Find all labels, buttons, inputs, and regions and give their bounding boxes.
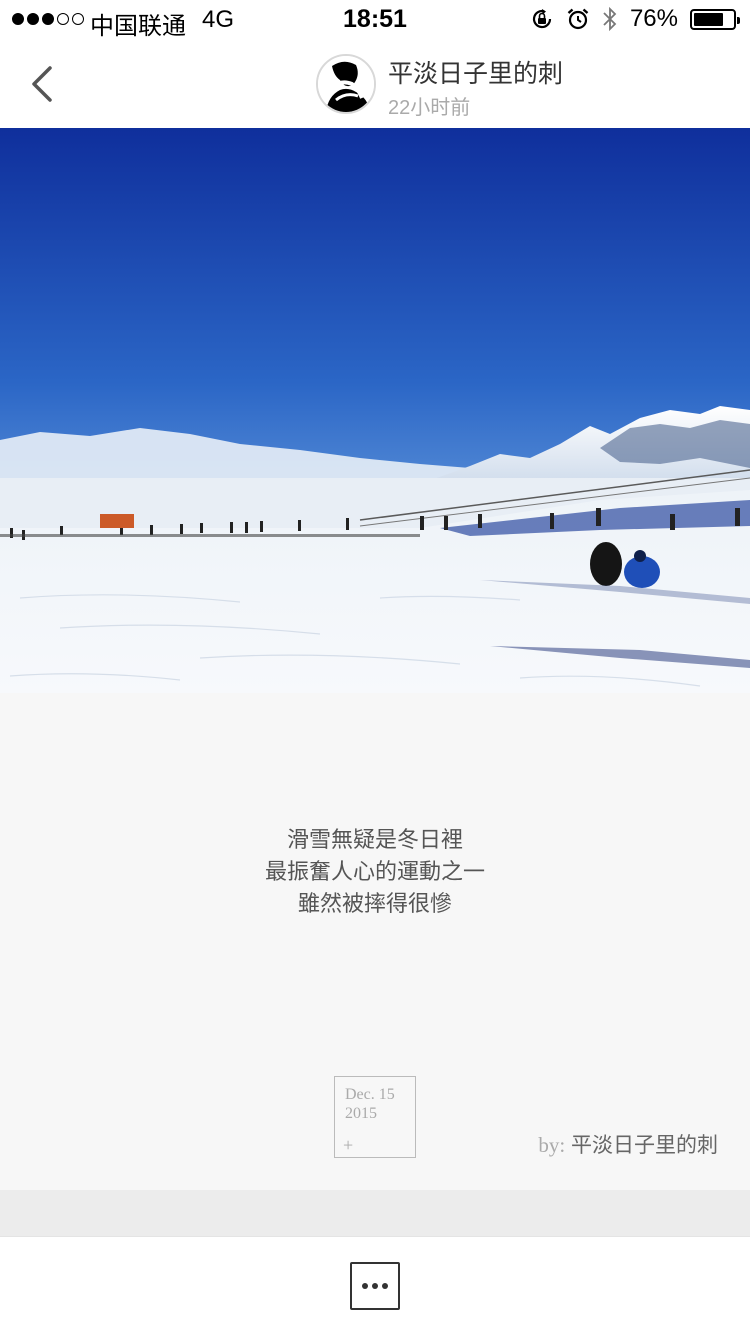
more-button[interactable] — [350, 1262, 400, 1310]
nav-header: 平淡日子里的刺 22小时前 — [0, 40, 750, 128]
back-icon — [32, 66, 52, 102]
battery-icon — [690, 8, 740, 30]
post-text-card: 滑雪無疑是冬日裡 最振奮人心的運動之一 雖然被摔得很慘 Dec. 15 2015… — [0, 693, 750, 1190]
bottom-toolbar — [0, 1236, 750, 1334]
date-month-day: Dec. 15 — [345, 1086, 395, 1103]
post-text-line: 滑雪無疑是冬日裡 — [286, 828, 463, 853]
date-plus: + — [343, 1135, 354, 1155]
post-time: 22小时前 — [388, 97, 471, 119]
post-photo[interactable] — [0, 128, 750, 693]
by-author-name[interactable]: 平淡日子里的刺 — [571, 1133, 718, 1157]
separator-band — [0, 1190, 750, 1236]
alarm-icon — [567, 8, 589, 30]
orientation-lock-icon — [532, 9, 552, 29]
date-year: 2015 — [345, 1105, 377, 1122]
back-button[interactable] — [24, 60, 64, 108]
by-label: by: — [538, 1133, 566, 1157]
post-text-line: 最振奮人心的運動之一 — [264, 860, 485, 885]
status-icons: 76% — [530, 5, 740, 33]
byline: by: 平淡日子里的刺 — [538, 1129, 718, 1159]
date-stamp: Dec. 15 2015 + — [334, 1076, 416, 1158]
battery-percent: 76% — [629, 5, 678, 32]
post-text-line: 雖然被摔得很慘 — [297, 892, 452, 917]
more-icon — [362, 1283, 368, 1289]
status-bar: 中国联通 4G 18:51 76% — [0, 0, 750, 40]
bluetooth-icon — [603, 6, 617, 32]
avatar[interactable] — [316, 54, 376, 114]
post-text: 滑雪無疑是冬日裡 最振奮人心的運動之一 雖然被摔得很慘 — [0, 825, 750, 921]
author-name[interactable]: 平淡日子里的刺 — [388, 54, 563, 90]
